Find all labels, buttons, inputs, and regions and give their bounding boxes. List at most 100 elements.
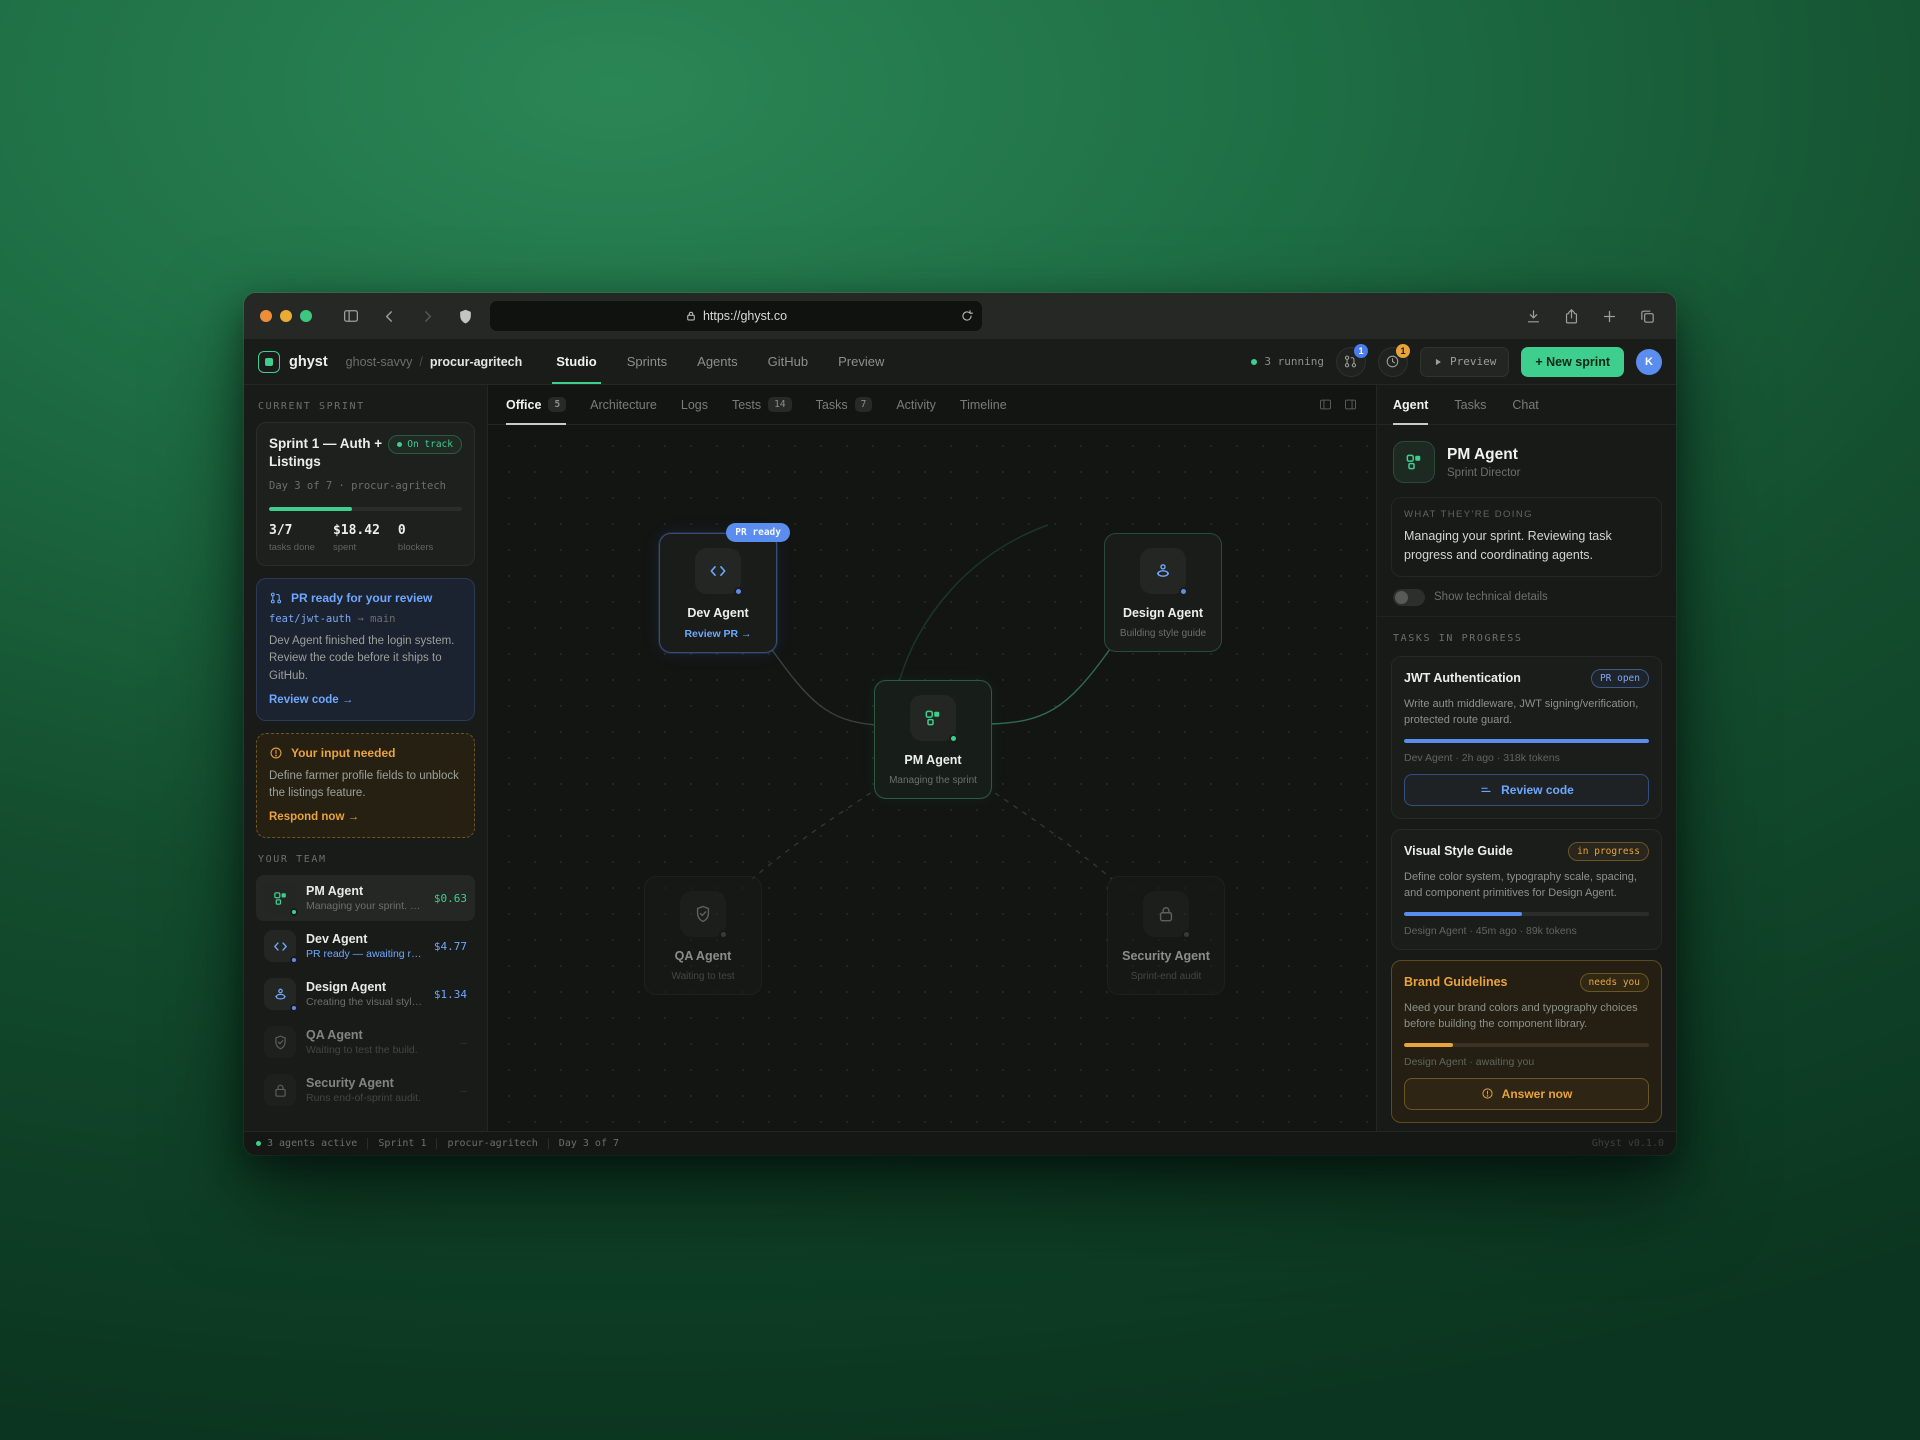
downloads-icon[interactable]	[1520, 303, 1546, 329]
rtab-tasks[interactable]: Tasks	[1454, 385, 1486, 424]
tab-office[interactable]: Office 5	[506, 385, 566, 424]
respond-now-link[interactable]: Respond now →	[269, 811, 359, 823]
office-canvas[interactable]: PR ready Dev Agent Review PR →	[488, 425, 1376, 1131]
task-card-jwt[interactable]: JWT Authentication PR open Write auth mi…	[1391, 656, 1662, 819]
pm-node-icon	[910, 695, 956, 741]
studio-main: Office 5 Architecture Logs Tests 14 Task…	[488, 385, 1376, 1131]
tab-tasks[interactable]: Tasks 7	[816, 385, 873, 424]
pr-review-card[interactable]: PR ready for your review feat/jwt-auth →…	[256, 578, 475, 721]
current-sprint-label: CURRENT SPRINT	[258, 401, 473, 412]
running-dot	[1251, 359, 1257, 365]
input-card-title: Your input needed	[291, 746, 395, 760]
task-card-brand-guidelines[interactable]: Brand Guidelines needs you Need your bra…	[1391, 960, 1662, 1123]
minimize-button[interactable]	[280, 310, 292, 322]
status-day: Day 3 of 7	[548, 1138, 629, 1149]
breadcrumb-project[interactable]: procur-agritech	[430, 355, 522, 369]
panel-right-icon[interactable]	[1343, 397, 1358, 412]
task-card-style-guide[interactable]: Visual Style Guide in progress Define co…	[1391, 829, 1662, 950]
status-active-dot	[256, 1141, 261, 1146]
stat-tasks: 3/7 tasks done	[269, 523, 315, 553]
dev-node-icon	[695, 548, 741, 594]
team-row-design-agent[interactable]: Design Agent Creating the visual style g…	[256, 971, 475, 1017]
ghyst-logo-icon[interactable]	[258, 351, 280, 373]
close-button[interactable]	[260, 310, 272, 322]
tab-architecture[interactable]: Architecture	[590, 385, 657, 424]
tab-timeline[interactable]: Timeline	[960, 385, 1007, 424]
status-project: procur-agritech	[436, 1138, 547, 1149]
tasks-count-badge: 7	[855, 397, 873, 412]
review-code-button[interactable]: Review code	[1404, 774, 1649, 806]
status-bar: 3 agents active Sprint 1 procur-agritech…	[244, 1131, 1676, 1155]
technical-details-toggle[interactable]	[1393, 589, 1425, 606]
node-review-pr-link[interactable]: Review PR →	[670, 628, 766, 640]
node-qa-agent[interactable]: QA Agent Waiting to test	[644, 876, 762, 995]
play-icon	[1433, 357, 1443, 367]
tab-activity[interactable]: Activity	[896, 385, 936, 424]
security-agent-icon	[264, 1074, 296, 1106]
preview-button[interactable]: Preview	[1420, 347, 1509, 377]
running-status: 3 running	[1251, 355, 1324, 368]
input-card-body: Define farmer profile fields to unblock …	[269, 768, 462, 803]
rtab-agent[interactable]: Agent	[1393, 385, 1428, 424]
nav-github[interactable]: GitHub	[768, 339, 808, 384]
left-sidebar: CURRENT SPRINT Sprint 1 — Auth + Listing…	[244, 385, 488, 1131]
nav-agents[interactable]: Agents	[697, 339, 737, 384]
new-sprint-button[interactable]: + New sprint	[1521, 347, 1624, 377]
url-bar[interactable]: https://ghyst.co	[490, 301, 982, 331]
alert-count-badge: 1	[1396, 344, 1410, 358]
new-tab-icon[interactable]	[1596, 303, 1622, 329]
browser-chrome: https://ghyst.co	[244, 293, 1676, 339]
team-row-security-agent[interactable]: Security Agent Runs end-of-sprint audit.…	[256, 1067, 475, 1113]
user-avatar[interactable]: K	[1636, 349, 1662, 375]
pm-agent-icon	[264, 882, 296, 914]
node-design-agent[interactable]: Design Agent Building style guide	[1104, 533, 1222, 652]
tab-tests[interactable]: Tests 14	[732, 385, 792, 424]
sprint-card[interactable]: Sprint 1 — Auth + Listings On track Day …	[256, 422, 475, 566]
breadcrumb-org[interactable]: ghost-savvy	[346, 355, 413, 369]
pull-requests-button[interactable]: 1	[1336, 347, 1366, 377]
team-row-dev-agent[interactable]: Dev Agent PR ready — awaiting review $4.…	[256, 923, 475, 969]
canvas-tabbar: Office 5 Architecture Logs Tests 14 Task…	[488, 385, 1376, 425]
app-header: ghyst ghost-savvy / procur-agritech Stud…	[244, 339, 1676, 385]
sprint-status-badge: On track	[388, 435, 462, 454]
input-needed-card[interactable]: Your input needed Define farmer profile …	[256, 733, 475, 839]
security-node-icon	[1143, 891, 1189, 937]
nav-sprints[interactable]: Sprints	[627, 339, 667, 384]
nav-studio[interactable]: Studio	[556, 339, 596, 384]
diff-icon	[1479, 783, 1493, 797]
status-version: Ghyst v0.1.0	[1592, 1138, 1664, 1149]
tab-overview-icon[interactable]	[1634, 303, 1660, 329]
node-dev-agent[interactable]: PR ready Dev Agent Review PR →	[659, 533, 777, 653]
nav-preview[interactable]: Preview	[838, 339, 884, 384]
team-row-qa-agent[interactable]: QA Agent Waiting to test the build. –	[256, 1019, 475, 1065]
sprint-progress-bar	[269, 507, 462, 511]
brand-name[interactable]: ghyst	[289, 354, 328, 370]
reload-icon[interactable]	[960, 309, 974, 323]
right-panel: Agent Tasks Chat PM Agent Sprint Directo…	[1376, 385, 1676, 1131]
office-count-badge: 5	[548, 397, 566, 412]
node-pm-agent[interactable]: PM Agent Managing the sprint	[874, 680, 992, 799]
forward-icon[interactable]	[414, 303, 440, 329]
tab-logs[interactable]: Logs	[681, 385, 708, 424]
share-icon[interactable]	[1558, 303, 1584, 329]
review-code-link[interactable]: Review code →	[269, 694, 353, 706]
on-track-dot	[397, 442, 402, 447]
team-row-pm-agent[interactable]: PM Agent Managing your sprint. Revie… $0…	[256, 875, 475, 921]
node-security-agent[interactable]: Security Agent Sprint-end audit	[1107, 876, 1225, 995]
design-node-icon	[1140, 548, 1186, 594]
style-guide-progress-bar	[1404, 912, 1649, 916]
zoom-button[interactable]	[300, 310, 312, 322]
back-icon[interactable]	[376, 303, 402, 329]
answer-now-button[interactable]: Answer now	[1404, 1078, 1649, 1110]
lock-icon	[685, 310, 697, 322]
sidebar-toggle-icon[interactable]	[338, 303, 364, 329]
activity-button[interactable]: 1	[1378, 347, 1408, 377]
privacy-shield-icon[interactable]	[452, 303, 478, 329]
main-nav: Studio Sprints Agents GitHub Preview	[556, 339, 884, 384]
dev-agent-icon	[264, 930, 296, 962]
rtab-chat[interactable]: Chat	[1512, 385, 1538, 424]
technical-details-row: Show technical details	[1377, 577, 1676, 617]
pr-card-title: PR ready for your review	[291, 591, 432, 605]
panel-left-icon[interactable]	[1318, 397, 1333, 412]
toggle-label: Show technical details	[1434, 591, 1548, 603]
